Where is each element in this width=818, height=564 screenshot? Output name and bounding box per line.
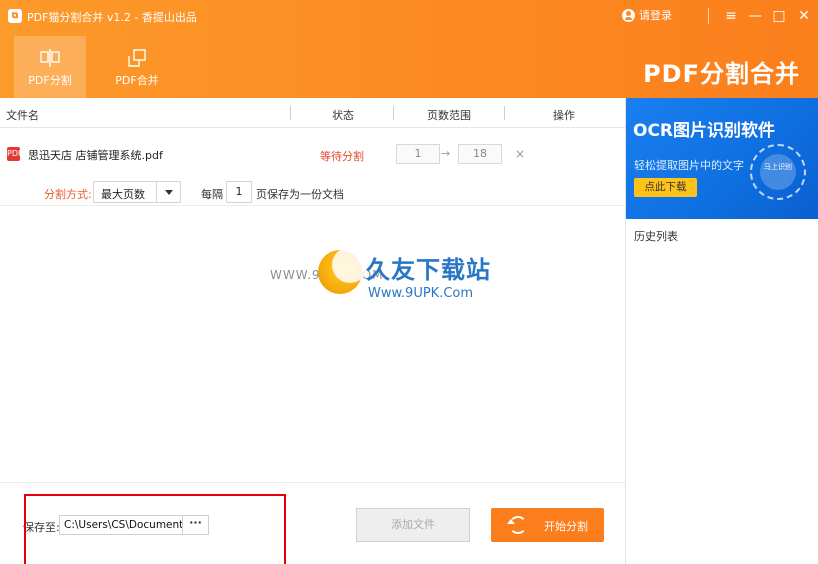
chevron-down-icon [156,182,180,202]
title-bar: ⧉ PDF猫分割合并 v1.2 - 香提山出品 请登录 ≡ — □ ✕ [0,0,818,32]
arrow-right-icon: → [441,147,451,160]
range-to-input[interactable]: 18 [458,144,502,164]
column-header-ops: 操作 [553,109,575,122]
delete-file-button[interactable]: × [515,147,525,161]
file-name: 思迅天店 店铺管理系统.pdf [28,149,163,162]
watermark-title: 久友下载站 [366,256,491,284]
app-window: ⧉ PDF猫分割合并 v1.2 - 香提山出品 请登录 ≡ — □ ✕ PDF分… [0,0,818,564]
user-icon [622,8,635,22]
history-list-label: 历史列表 [634,230,678,243]
login-button[interactable]: 请登录 [622,7,672,23]
title-separator [708,8,709,24]
pages-per-file-input[interactable]: 1 [226,181,252,203]
column-header-name: 文件名 [6,109,39,122]
minimize-button[interactable]: — [745,6,765,26]
column-header-range: 页数范围 [427,109,471,122]
file-status: 等待分割 [320,150,364,163]
add-files-button[interactable]: 添加文件 [356,508,470,542]
ad-title: OCR图片识别软件 [633,121,776,141]
bottom-divider [0,482,625,483]
split-icon [40,49,60,67]
table-header: 文件名 状态 页数范围 操作 [0,98,625,128]
column-divider [290,106,291,120]
window-title: PDF猫分割合并 v1.2 - 香提山出品 [27,11,197,24]
app-logo-icon: ⧉ [8,9,22,23]
tab-label: PDF分割 [28,74,72,87]
merge-icon [128,49,146,67]
tab-label: PDF合并 [115,74,159,87]
range-from-input[interactable]: 1 [396,144,440,164]
watermark: WWW.9UPK.COM 久友下载站 Www.9UPK.Com [270,247,500,318]
column-divider [393,106,394,120]
ad-download-button[interactable]: 点此下载 [634,178,697,197]
highlight-annotation [24,494,286,564]
login-label: 请登录 [639,9,672,22]
right-sidebar: OCR图片识别软件 轻松提取图片中的文字 点此下载 马上识别 历史列表 [625,98,818,564]
menu-button[interactable]: ≡ [721,6,741,26]
split-mode-select[interactable]: 最大页数 [93,181,181,203]
ad-subtitle: 轻松提取图片中的文字 [634,159,744,172]
file-list-panel: 文件名 状态 页数范围 操作 PDF 思迅天店 店铺管理系统.pdf 等待分割 … [0,98,625,564]
split-options: 分割方式: 最大页数 每隔 1 页保存为一份文档 [0,180,625,206]
table-row[interactable]: PDF 思迅天店 店铺管理系统.pdf 等待分割 1 → 18 × [0,138,625,170]
watermark-url: Www.9UPK.Com [368,286,474,301]
tab-pdf-merge[interactable]: PDF合并 [101,36,173,98]
ocr-ad-banner[interactable]: OCR图片识别软件 轻松提取图片中的文字 点此下载 马上识别 [626,98,818,219]
scan-circle-text: 马上识别 [760,154,796,190]
maximize-button[interactable]: □ [769,6,789,26]
scan-circle-icon: 马上识别 [750,144,806,200]
pdf-file-icon: PDF [7,147,23,161]
split-mode-label: 分割方式: [44,188,92,201]
refresh-icon [507,516,527,534]
close-button[interactable]: ✕ [794,6,814,26]
split-mode-value: 最大页数 [101,188,145,201]
watermark-moon-icon [318,247,368,294]
pages-per-file-suffix: 页保存为一份文档 [256,188,344,201]
start-split-label: 开始分割 [544,520,588,533]
header: ⧉ PDF猫分割合并 v1.2 - 香提山出品 请登录 ≡ — □ ✕ PDF分… [0,0,818,98]
start-split-button[interactable]: 开始分割 [491,508,604,542]
brand-title: PDF分割合并 [643,60,800,88]
column-divider [504,106,505,120]
every-label: 每隔 [201,188,223,201]
tab-pdf-split[interactable]: PDF分割 [14,36,86,98]
column-header-status: 状态 [332,109,354,122]
